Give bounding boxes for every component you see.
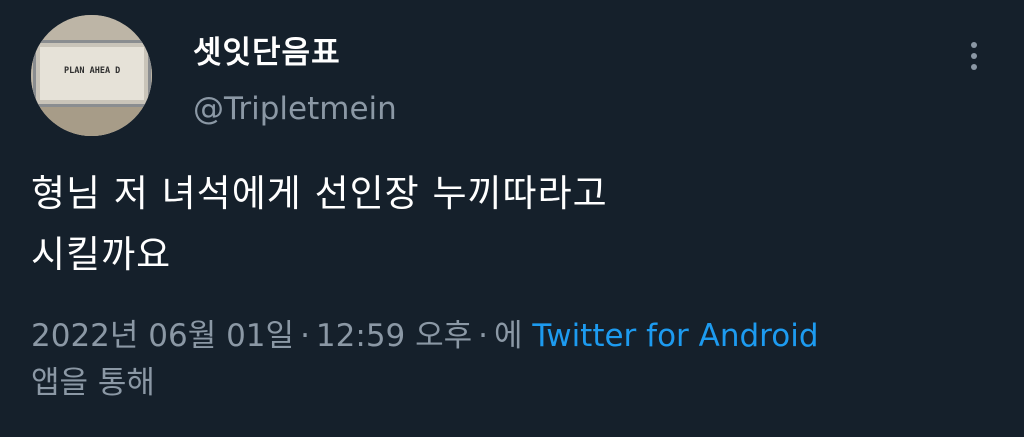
more-options-button[interactable] bbox=[956, 36, 992, 76]
author-info: 셋잇단음표 @Tripletmein bbox=[193, 32, 397, 130]
tweet-metadata: 2022년 06월 01일 · 12:59 오후 · 에 Twitter for And… bbox=[31, 313, 991, 407]
tweet-text: 형님 저 녀석에게 선인장 누끼따라고 시킬까요 bbox=[31, 163, 931, 285]
more-vertical-icon-dot bbox=[971, 64, 977, 70]
avatar-image: PLAN AHEA D bbox=[31, 15, 152, 136]
tweet-time[interactable]: 12:59 오후 bbox=[316, 318, 472, 354]
more-vertical-icon-dot bbox=[971, 53, 977, 59]
user-handle[interactable]: @Tripletmein bbox=[193, 88, 397, 130]
tweet-text-line: 시킬까요 bbox=[31, 233, 172, 276]
source-link[interactable]: Twitter for Android bbox=[532, 318, 818, 354]
avatar[interactable]: PLAN AHEA D bbox=[31, 15, 152, 136]
via-prefix: 에 bbox=[494, 318, 523, 354]
via-suffix: 앱을 통해 bbox=[31, 365, 155, 401]
tweet: PLAN AHEA D 셋잇단음표 @Tripletmein 형님 저 녀석에게… bbox=[0, 0, 1024, 437]
separator: · bbox=[300, 318, 310, 354]
tweet-text-line: 형님 저 녀석에게 선인장 누끼따라고 bbox=[31, 172, 608, 215]
separator: · bbox=[478, 318, 489, 354]
more-vertical-icon bbox=[971, 42, 977, 48]
tweet-date[interactable]: 2022년 06월 01일 bbox=[31, 318, 294, 354]
display-name[interactable]: 셋잇단음표 bbox=[193, 32, 397, 74]
avatar-frame-text: PLAN AHEA D bbox=[64, 66, 120, 76]
